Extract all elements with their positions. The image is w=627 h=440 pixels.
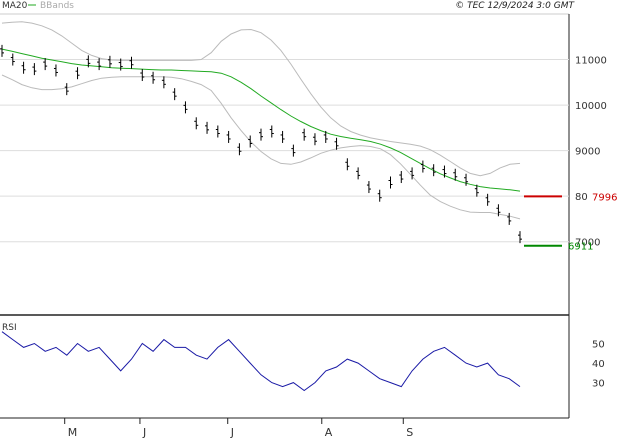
price-y-tick-label-2: 9000 [575,147,600,158]
rsi-y-tick-labels: 50 40 30 [592,339,605,389]
legend-bbands: BBands [40,1,74,11]
x-axis-ticks: MJJAS [64,418,413,439]
price-y-tick-label-1: 10000 [575,101,607,112]
price-y-tick-label-3: 80 [575,192,588,203]
price-gridlines [0,59,569,243]
x-tick-label-1: J [142,426,146,439]
rsi-series-group [1,331,521,392]
price-series-group [0,21,522,244]
series-bbands-upper [1,21,521,177]
series-ma20 [1,48,521,192]
rsi-panel-label: RSI [2,323,17,333]
resistance-level-label: 7996 [592,192,617,203]
price-y-tick-label-0: 11000 [575,56,607,67]
price-levels-group: 7996 6911 [524,192,617,253]
x-tick-label-0: M [68,426,78,439]
copyright-label: © TEC 12/9/2024 3:0 GMT [455,1,575,11]
support-level-label: 6911 [568,242,593,253]
x-tick-label-4: S [406,426,413,439]
rsi-y-tick-label-0: 50 [592,339,605,350]
legend-ma20: MA20 [2,1,28,11]
chart-canvas: MA20 BBands © TEC 12/9/2024 3:0 GMT 1100… [0,1,617,439]
x-tick-label-2: J [230,426,234,439]
series-rsi [1,331,521,392]
x-tick-label-3: A [325,426,333,439]
price-y-tick-labels: 11000100009000807000 [575,56,607,249]
rsi-y-tick-label-2: 30 [592,379,605,390]
rsi-y-tick-label-1: 40 [592,359,605,370]
